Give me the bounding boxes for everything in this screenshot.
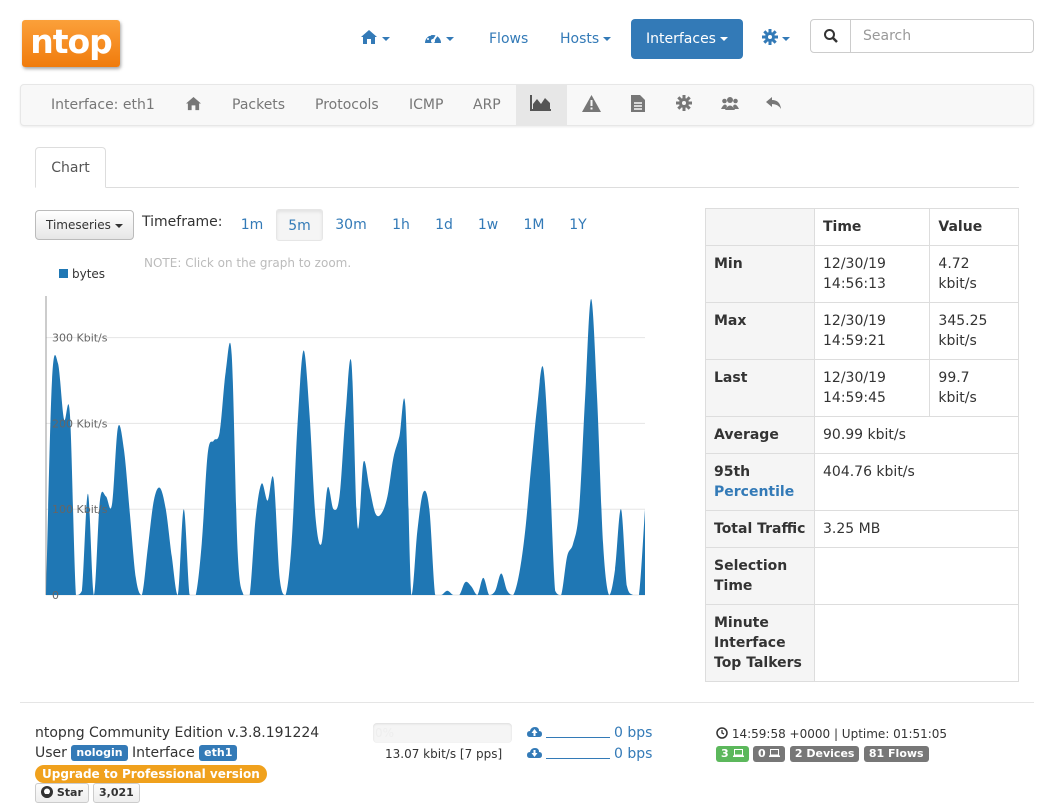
stats-row-average: Average 90.99 kbit/s bbox=[705, 416, 1019, 454]
github-star-button[interactable]: Star bbox=[35, 783, 89, 803]
stats-last-time: 12/30/19 14:59:45 bbox=[813, 359, 931, 417]
download-rate-value: 0 bps bbox=[614, 746, 653, 762]
stats-percentile-value: 404.76 kbit/s bbox=[814, 453, 1019, 511]
series-area-bytes[interactable] bbox=[46, 299, 645, 595]
github-icon bbox=[41, 786, 53, 798]
users-icon bbox=[721, 97, 739, 110]
stats-header-value: Value bbox=[929, 208, 1019, 246]
stats-percentile-label: 95th Percentile bbox=[705, 453, 815, 511]
user-badge[interactable]: nologin bbox=[71, 745, 128, 761]
stats-min-time: 12/30/19 14:56:13 bbox=[813, 245, 931, 303]
stats-talkers-value bbox=[814, 604, 1019, 682]
stats-selection-label: Selection Time bbox=[705, 547, 815, 605]
clock-text: 14:59:58 +0000 | Uptime: 01:51:05 bbox=[731, 727, 948, 741]
interface-badge[interactable]: eth1 bbox=[199, 745, 238, 761]
stats-table: Time Value Min 12/30/19 14:56:13 4.72 kb… bbox=[705, 208, 1019, 682]
caret-down-icon bbox=[719, 37, 728, 41]
devices-badge[interactable]: 2 Devices bbox=[789, 746, 860, 762]
progress-text: 0% bbox=[375, 726, 395, 740]
cloud-download-icon bbox=[527, 748, 542, 758]
interface-label: Interface bbox=[132, 745, 195, 761]
stats-max-label: Max bbox=[705, 302, 815, 360]
stats-talkers-label: Minute Interface Top Talkers bbox=[705, 604, 815, 682]
download-sparkline bbox=[546, 749, 610, 759]
cloud-upload-icon bbox=[527, 727, 542, 737]
y-tick-label: 100 Kbit/s bbox=[52, 503, 108, 516]
traffic-chart[interactable]: 0 100 Kbit/s 200 Kbit/s 300 Kbit/s bbox=[0, 0, 700, 640]
user-interface-line: User nologin Interface eth1 bbox=[35, 745, 238, 761]
footer-badges: 3 0 2 Devices 81 Flows bbox=[716, 746, 929, 762]
y-tick-label: 200 Kbit/s bbox=[52, 417, 108, 430]
stats-percentile-label-a: 95th bbox=[714, 464, 751, 480]
search-input[interactable] bbox=[850, 19, 1034, 53]
devices-zero-count: 0 bbox=[757, 747, 766, 760]
github-star-label: Star bbox=[56, 786, 83, 799]
stats-max-value: 345.25 kbit/s bbox=[929, 302, 1019, 360]
stats-header-row: Time Value bbox=[705, 208, 1019, 246]
throughput-text: 13.07 kbit/s [7 pps] bbox=[385, 747, 503, 761]
subnav-back[interactable] bbox=[766, 84, 782, 126]
stats-average-value: 90.99 kbit/s bbox=[814, 416, 1019, 454]
reply-icon bbox=[766, 97, 781, 109]
clock-uptime: 14:59:58 +0000 | Uptime: 01:51:05 bbox=[716, 727, 947, 741]
user-label: User bbox=[35, 745, 67, 761]
subnav-pools[interactable] bbox=[721, 84, 739, 126]
stats-min-label: Min bbox=[705, 245, 815, 303]
devices-zero-badge[interactable]: 0 bbox=[752, 746, 786, 762]
upgrade-button[interactable]: Upgrade to Professional version bbox=[35, 765, 267, 783]
footer-divider bbox=[20, 702, 1034, 703]
search-button[interactable] bbox=[810, 19, 851, 53]
stats-last-value: 99.7 kbit/s bbox=[929, 359, 1019, 417]
stats-max-time: 12/30/19 14:59:21 bbox=[813, 302, 931, 360]
github-star-count[interactable]: 3,021 bbox=[93, 783, 140, 803]
laptop-icon bbox=[769, 749, 781, 757]
stats-selection-value bbox=[814, 547, 1019, 605]
flows-badge[interactable]: 81 Flows bbox=[863, 746, 929, 762]
stats-header-blank bbox=[705, 208, 815, 246]
gear-icon bbox=[762, 29, 778, 45]
upload-rate-value: 0 bps bbox=[614, 725, 653, 741]
stats-row-last: Last 12/30/19 14:59:45 99.7 kbit/s bbox=[705, 359, 1019, 417]
stats-min-value: 4.72 kbit/s bbox=[929, 245, 1019, 303]
hosts-badge[interactable]: 3 bbox=[716, 746, 749, 762]
percentile-link[interactable]: Percentile bbox=[714, 484, 794, 500]
stats-last-label: Last bbox=[705, 359, 815, 417]
stats-total-value: 3.25 MB bbox=[814, 510, 1019, 548]
laptop-icon bbox=[732, 749, 744, 757]
stats-row-selection: Selection Time bbox=[705, 547, 1019, 605]
upload-sparkline bbox=[546, 728, 610, 738]
download-rate: 0 bps bbox=[527, 746, 652, 762]
hosts-badge-count: 3 bbox=[721, 747, 729, 760]
search-icon bbox=[824, 29, 838, 43]
settings-menu[interactable] bbox=[762, 19, 790, 59]
y-tick-label: 0 bbox=[52, 589, 59, 602]
bandwidth-progress: 0% bbox=[373, 723, 512, 743]
stats-header-time: Time bbox=[813, 208, 931, 246]
stats-row-percentile: 95th Percentile 404.76 kbit/s bbox=[705, 453, 1019, 511]
clock-icon bbox=[716, 727, 728, 739]
stats-total-label: Total Traffic bbox=[705, 510, 815, 548]
stats-average-label: Average bbox=[705, 416, 815, 454]
stats-row-total: Total Traffic 3.25 MB bbox=[705, 510, 1019, 548]
y-tick-label: 300 Kbit/s bbox=[52, 332, 108, 345]
stats-row-max: Max 12/30/19 14:59:21 345.25 kbit/s bbox=[705, 302, 1019, 360]
edition-text: ntopng Community Edition v.3.8.191224 bbox=[35, 725, 320, 741]
upload-rate: 0 bps bbox=[527, 725, 652, 741]
stats-row-min: Min 12/30/19 14:56:13 4.72 kbit/s bbox=[705, 245, 1019, 303]
caret-down-icon bbox=[782, 37, 790, 41]
stats-row-talkers: Minute Interface Top Talkers bbox=[705, 604, 1019, 682]
